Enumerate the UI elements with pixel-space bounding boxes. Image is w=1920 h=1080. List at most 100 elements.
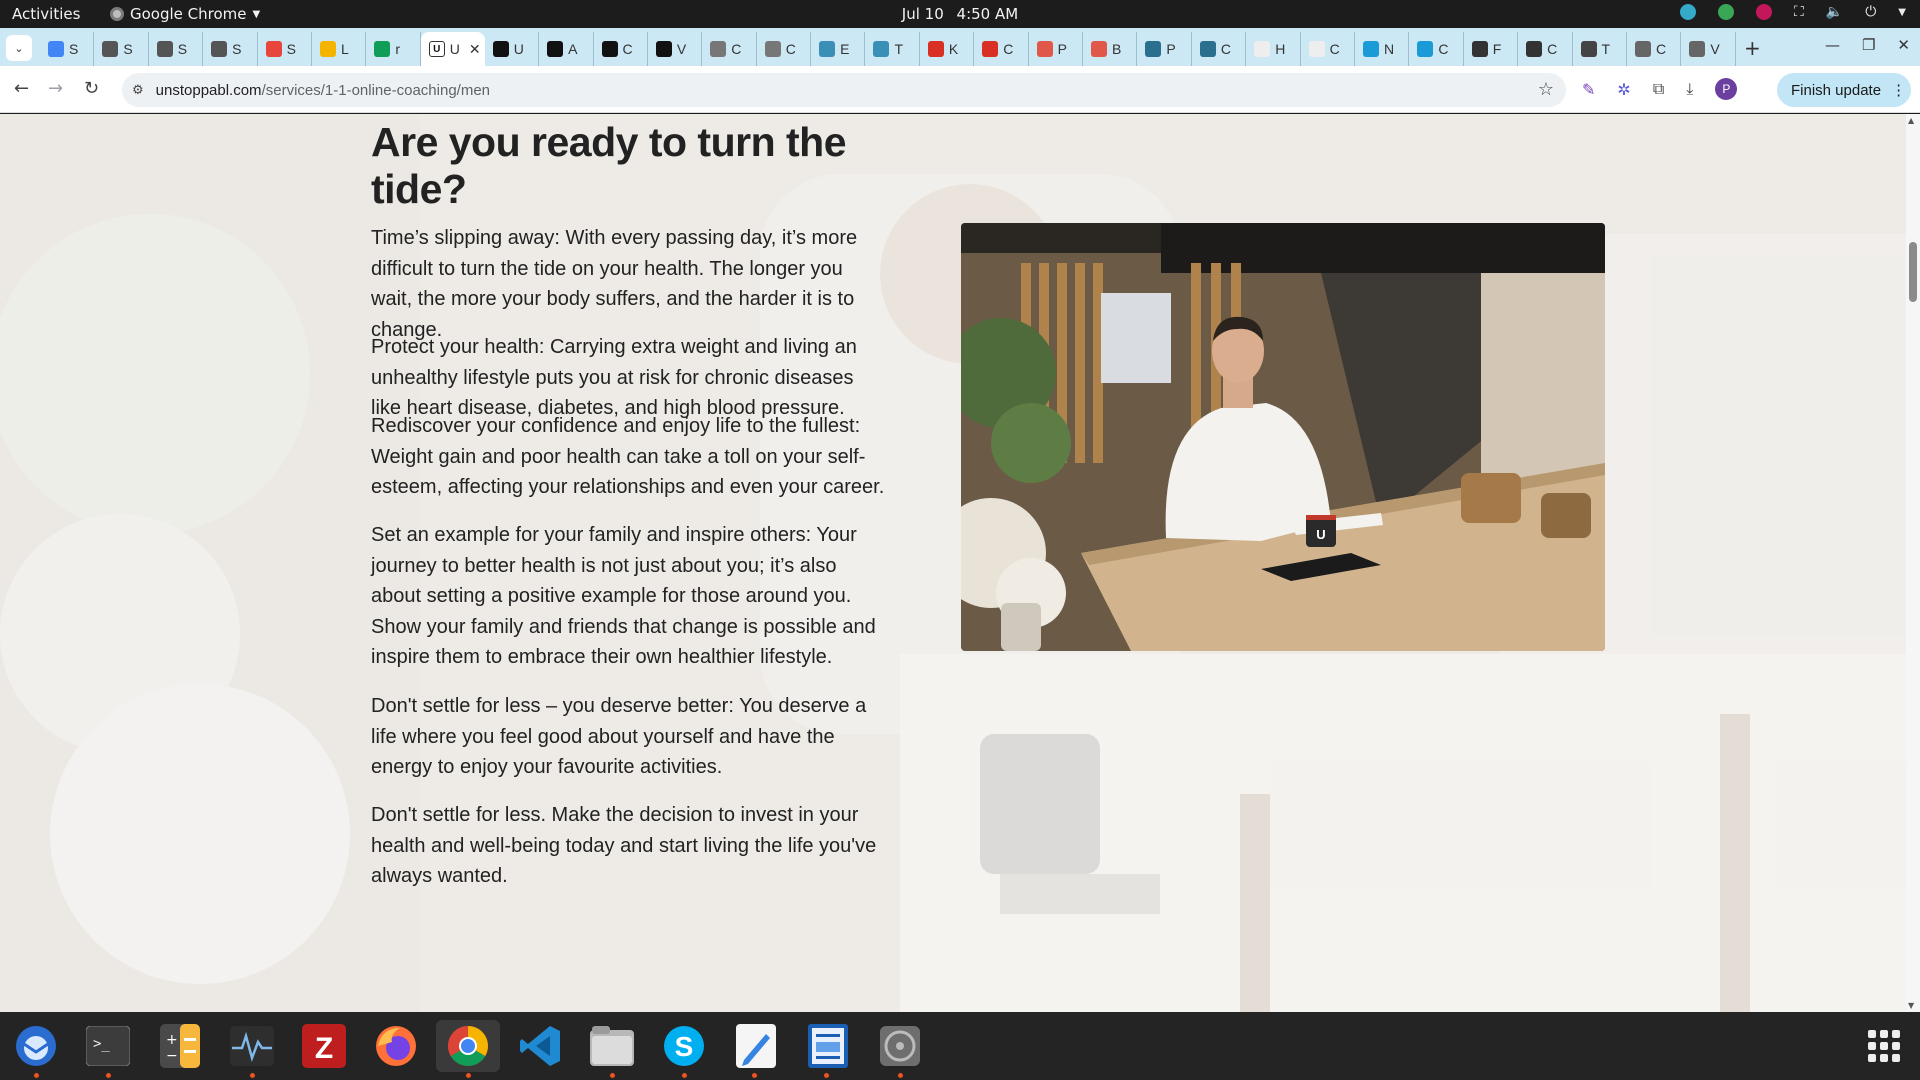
tab[interactable]: P <box>1029 32 1084 66</box>
tab-search-button[interactable]: ⌄ <box>6 35 32 61</box>
tab[interactable]: C <box>1409 32 1464 66</box>
page-content: Are you ready to turn the tide? Time’s s… <box>0 114 1906 1012</box>
calculator-icon[interactable]: + − <box>154 1020 206 1072</box>
disc-icon[interactable] <box>874 1020 926 1078</box>
paragraph-time: Time’s slipping away: With every passing… <box>371 227 858 341</box>
power-icon[interactable]: ⏻ <box>1865 4 1876 20</box>
sparkle-extension-icon[interactable]: ✲ <box>1617 80 1630 99</box>
tab[interactable]: C <box>1627 32 1682 66</box>
tab[interactable]: S <box>149 32 204 66</box>
tab-title: r <box>395 41 401 57</box>
tab[interactable]: S <box>40 32 95 66</box>
tab[interactable]: H <box>1246 32 1301 66</box>
mug-logo: U <box>1316 527 1325 542</box>
new-tab-button[interactable]: + <box>1744 36 1761 60</box>
download-icon[interactable]: ⤓ <box>1686 79 1693 99</box>
snp-icon <box>211 41 228 57</box>
tab-title: C <box>1547 41 1558 57</box>
vscode-icon[interactable] <box>514 1020 566 1072</box>
page-scrollbar[interactable]: ▲ ▼ <box>1906 114 1920 1012</box>
tab[interactable]: T <box>1573 32 1627 66</box>
scroll-down-arrow-icon[interactable]: ▼ <box>1908 1001 1914 1010</box>
url-text[interactable]: unstoppabl.com/services/1-1-online-coach… <box>156 82 490 99</box>
tab[interactable]: U <box>485 32 540 66</box>
terminal-icon[interactable]: >_ <box>82 1020 134 1078</box>
pen-extension-icon[interactable]: ✎ <box>1582 80 1595 99</box>
sheets-plus-icon <box>374 41 391 57</box>
tray-update-icon[interactable] <box>1717 4 1734 20</box>
tab[interactable]: r <box>366 32 421 66</box>
tray-menu-caret-icon[interactable]: ▼ <box>1898 7 1906 18</box>
tab-title: S <box>69 41 79 57</box>
address-bar[interactable]: ⚙ unstoppabl.com/services/1-1-online-coa… <box>122 73 1566 107</box>
tab[interactable]: C <box>1301 32 1355 66</box>
link-icon <box>1036 41 1053 57</box>
github-icon <box>1580 41 1597 57</box>
thunderbird-icon[interactable] <box>10 1020 62 1078</box>
tab[interactable]: C <box>757 32 812 66</box>
bookmark-star-icon[interactable]: ☆ <box>1538 79 1554 100</box>
tab[interactable]: V <box>1681 32 1736 66</box>
tab[interactable]: C <box>974 32 1029 66</box>
tab-list: S S S S S Lr U U ✕ U A C V C C E T K C P B P C H C N C F C T C V <box>40 32 1736 66</box>
chrome-icon[interactable] <box>436 1020 500 1078</box>
volume-icon[interactable]: 🔈 <box>1826 4 1843 20</box>
tray-app-icon[interactable] <box>1679 4 1696 20</box>
tray-extension-icon[interactable] <box>1755 4 1772 20</box>
tab[interactable]: T <box>865 32 920 66</box>
clock-date: Jul 10 <box>901 5 944 23</box>
tab[interactable]: C <box>702 32 757 66</box>
site-info-icon[interactable]: ⚙ <box>132 83 144 98</box>
tab[interactable]: C <box>1518 32 1573 66</box>
figure-icon <box>1145 41 1162 57</box>
tab[interactable]: K <box>920 32 975 66</box>
tab[interactable]: V <box>648 32 703 66</box>
firefox-icon[interactable] <box>370 1020 422 1072</box>
files-icon[interactable] <box>586 1020 638 1078</box>
clock[interactable]: Jul 10 4:50 AM <box>0 5 1920 23</box>
tab[interactable]: A <box>539 32 594 66</box>
reload-icon[interactable]: ↻ <box>84 78 99 99</box>
extensions-puzzle-icon[interactable]: ⧉ <box>1653 79 1664 99</box>
kebab-menu-icon: ⋮ <box>1891 82 1907 99</box>
tab-title: C <box>1329 41 1340 57</box>
forward-arrow-icon[interactable]: → <box>48 78 63 99</box>
tab-active[interactable]: U U ✕ <box>420 32 485 66</box>
tab[interactable]: P <box>1137 32 1192 66</box>
text-editor-icon[interactable] <box>730 1020 782 1078</box>
tab-title: E <box>840 41 850 57</box>
tab[interactable]: F <box>1464 32 1519 66</box>
back-arrow-icon[interactable]: ← <box>14 78 29 99</box>
document-viewer-icon[interactable] <box>802 1020 854 1078</box>
filezilla-icon[interactable]: Z <box>298 1020 350 1072</box>
tab[interactable]: S <box>94 32 149 66</box>
scrollbar-thumb[interactable] <box>1909 242 1917 302</box>
tab-close-icon[interactable]: ✕ <box>469 41 481 58</box>
globe-icon <box>1417 41 1434 57</box>
pen-icon <box>927 41 944 57</box>
dark-circle-icon <box>1471 41 1488 57</box>
show-applications-button[interactable] <box>1868 1030 1900 1062</box>
gnome-top-bar: Activities Google Chrome ▼ Jul 10 4:50 A… <box>0 0 1920 28</box>
tab[interactable]: C <box>594 32 648 66</box>
tab-title: L <box>340 41 349 57</box>
tab[interactable]: L <box>312 32 367 66</box>
finish-update-button[interactable]: Finish update ⋮ <box>1777 73 1911 107</box>
tab[interactable]: S <box>203 32 258 66</box>
minimize-icon[interactable]: — <box>1825 36 1840 54</box>
system-tray[interactable]: ⛶ 🔈 ⏻ ▼ <box>1679 4 1906 20</box>
tab[interactable]: B <box>1083 32 1138 66</box>
skype-icon[interactable]: S <box>658 1020 710 1078</box>
scroll-up-arrow-icon[interactable]: ▲ <box>1908 116 1914 125</box>
tab[interactable]: E <box>811 32 866 66</box>
tab[interactable]: S <box>258 32 312 66</box>
svg-text:S: S <box>675 1031 694 1062</box>
system-monitor-icon[interactable] <box>226 1020 278 1078</box>
close-window-icon[interactable]: ✕ <box>1897 36 1910 54</box>
tab[interactable]: C <box>1192 32 1247 66</box>
tab-title: V <box>676 41 687 57</box>
tab[interactable]: N <box>1355 32 1410 66</box>
profile-avatar[interactable]: P <box>1715 78 1738 100</box>
restore-icon[interactable]: ❐ <box>1862 36 1875 54</box>
network-icon[interactable]: ⛶ <box>1794 4 1804 20</box>
